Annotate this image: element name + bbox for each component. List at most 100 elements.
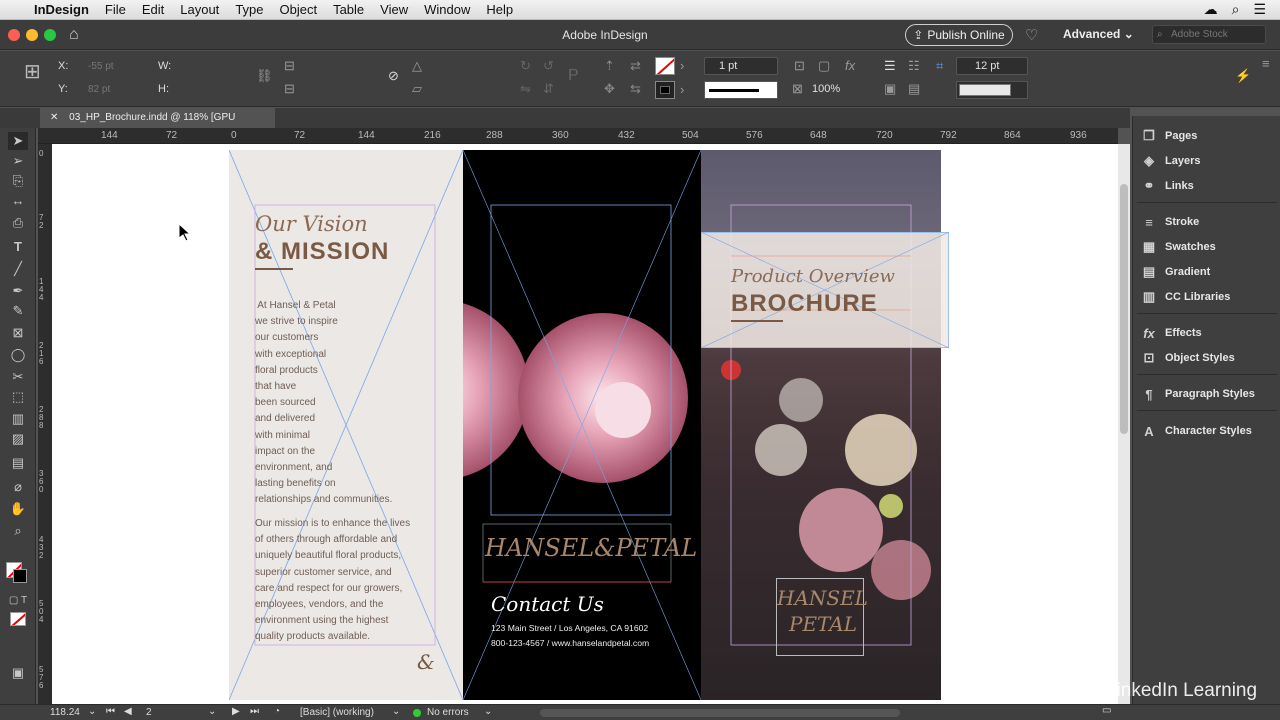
zoom-tool-icon[interactable]: ⌕ (8, 522, 28, 540)
last-page-icon[interactable]: ⏭ (250, 706, 259, 717)
select-container-icon[interactable]: ⇡ (604, 59, 615, 73)
frame-fitting-icon[interactable]: ⊡ (794, 59, 805, 73)
fill-menu-arrow-icon[interactable]: › (680, 59, 684, 73)
flip-vertical-icon[interactable]: ⇵ (543, 82, 554, 96)
effects-fx-icon[interactable]: fx (845, 59, 855, 73)
document-tab[interactable]: ✕ 03_HP_Brochure.indd @ 118% [GPU Previe… (40, 108, 276, 143)
stroke-panel-tab[interactable]: ≡ Stroke (1141, 211, 1199, 233)
corner-size-field[interactable]: 12 pt (956, 57, 1028, 75)
close-tab-icon[interactable]: ✕ (50, 112, 58, 123)
menu-table[interactable]: Table (325, 0, 372, 20)
creative-cloud-icon[interactable]: ☁ (1204, 1, 1218, 18)
first-page-icon[interactable]: ⏮ (106, 706, 115, 717)
cover-panel[interactable]: Product Overview BROCHURE HANSEL PETAL (701, 150, 949, 700)
preview-p-icon[interactable]: P (568, 68, 579, 84)
scissors-tool-icon[interactable]: ✂ (8, 368, 28, 386)
y-field[interactable]: 82 pt (88, 82, 148, 98)
swatches-panel-tab[interactable]: ▦ Swatches (1141, 236, 1216, 258)
style-dropdown-icon[interactable]: ⌄ (392, 706, 400, 717)
view-mode-icon[interactable]: ▭ (1102, 705, 1111, 716)
quick-apply-icon[interactable]: ⚡ (1235, 69, 1251, 83)
formatting-container-icon[interactable]: ▢ T (8, 592, 28, 610)
object-styles-panel-tab[interactable]: ⊡ Object Styles (1141, 347, 1235, 369)
gradient-panel-tab[interactable]: ▤ Gradient (1141, 261, 1210, 283)
wrap-bounding-icon[interactable]: ▤ (908, 82, 920, 96)
select-content-icon[interactable]: ✥ (604, 82, 615, 96)
hand-tool-icon[interactable]: ✋ (8, 500, 28, 518)
corner-shape-dropdown[interactable] (956, 81, 1028, 99)
content-collector-icon[interactable]: ⎙ (8, 214, 28, 232)
apply-none-icon[interactable] (10, 612, 26, 626)
horizontal-scrollbar[interactable] (540, 709, 900, 717)
line-tool-icon[interactable]: ╱ (8, 260, 28, 278)
constrain-proportions-icon[interactable]: ⛓ (256, 69, 273, 83)
stroke-weight-field[interactable]: 1 pt (704, 57, 778, 75)
style-status[interactable]: [Basic] (working) (300, 707, 374, 718)
menu-help[interactable]: Help (478, 0, 521, 20)
gradient-feather-tool-icon[interactable]: ▨ (8, 430, 28, 448)
free-transform-tool-icon[interactable]: ⬚ (8, 388, 28, 406)
select-previous-icon[interactable]: ⇄ (630, 59, 641, 73)
links-panel-tab[interactable]: ⚭ Links (1141, 175, 1194, 197)
adobe-stock-search[interactable]: ⌕ Adobe Stock (1152, 25, 1266, 44)
stroke-menu-arrow-icon[interactable]: › (680, 83, 684, 97)
menu-file[interactable]: File (97, 0, 134, 20)
apple-icon[interactable] (0, 0, 26, 20)
pasteboard[interactable]: Our Vision & MISSION At Hansel & Petal we… (52, 144, 1118, 704)
lightbulb-icon[interactable]: ♡ (1025, 26, 1038, 44)
notification-center-icon[interactable]: ☰ (1253, 1, 1266, 18)
panel-menu-icon[interactable]: ≡ (1262, 57, 1270, 71)
flip-horizontal-icon[interactable]: ⇋ (520, 82, 531, 96)
effects-panel-tab[interactable]: fx Effects (1141, 322, 1201, 344)
h-field[interactable] (176, 82, 236, 98)
direct-selection-tool-icon[interactable]: ➢ (8, 152, 28, 170)
gap-tool-icon[interactable]: ↔ (8, 192, 28, 210)
align-left-icon[interactable]: ☰ (884, 59, 896, 73)
scrollbar-thumb[interactable] (1120, 184, 1128, 434)
shear-icon[interactable]: ▱ (412, 82, 422, 96)
reference-point-icon[interactable]: ⊞ (24, 62, 41, 82)
next-page-icon[interactable]: ▶ (232, 706, 240, 717)
fill-stroke-proxy[interactable] (6, 558, 30, 586)
open-page-icon[interactable]: ◔ (274, 706, 280, 717)
page-number-field[interactable]: 2 (146, 707, 152, 718)
rotate-icon[interactable]: △ (412, 59, 422, 73)
scale-x-icon[interactable]: ⊟ (284, 59, 295, 73)
cc-libraries-panel-tab[interactable]: ▥ CC Libraries (1141, 286, 1231, 308)
menu-app-name[interactable]: InDesign (26, 0, 97, 20)
zoom-level-field[interactable]: 118.24 (50, 707, 80, 718)
type-tool-icon[interactable]: T (8, 238, 28, 256)
select-next-icon[interactable]: ⇆ (630, 82, 641, 96)
wrap-around-icon[interactable]: ▣ (884, 82, 896, 96)
mission-panel[interactable]: Our Vision & MISSION At Hansel & Petal we… (229, 150, 463, 700)
zoom-dropdown-icon[interactable]: ⌄ (88, 706, 96, 717)
workspace-switcher[interactable]: Advanced ⌄ (1063, 27, 1134, 41)
fill-swatch[interactable] (655, 57, 675, 75)
scale-y-icon[interactable]: ⊟ (284, 82, 295, 96)
constrain-scale-icon[interactable]: ⊘ (388, 69, 399, 83)
vertical-scrollbar[interactable] (1118, 144, 1130, 704)
x-field[interactable]: -55 pt (88, 59, 148, 75)
page-tool-icon[interactable]: ⎘ (8, 172, 28, 190)
spotlight-search-icon[interactable]: ⌕ (1232, 1, 1240, 18)
stroke-swatch[interactable] (655, 81, 675, 99)
publish-online-button[interactable]: ⇪ Publish Online (905, 24, 1013, 46)
pencil-tool-icon[interactable]: ✎ (8, 302, 28, 320)
pen-tool-icon[interactable]: ✒ (8, 282, 28, 300)
contact-panel[interactable]: HANSEL&PETAL Contact Us 123 Main Street … (463, 150, 701, 700)
menu-layout[interactable]: Layout (172, 0, 227, 20)
layers-panel-tab[interactable]: ◈ Layers (1141, 150, 1200, 172)
menu-view[interactable]: View (372, 0, 416, 20)
text-wrap-icon[interactable]: ☷ (908, 59, 920, 73)
preflight-dropdown-icon[interactable]: ⌄ (484, 706, 492, 717)
gradient-swatch-tool-icon[interactable]: ▥ (8, 410, 28, 428)
menu-type[interactable]: Type (227, 0, 271, 20)
rotate-cw-icon[interactable]: ↻ (520, 59, 531, 73)
note-tool-icon[interactable]: ▤ (8, 454, 28, 472)
auto-fit-icon[interactable]: ⌗ (936, 59, 943, 73)
page-dropdown-icon[interactable]: ⌄ (208, 706, 216, 717)
menu-object[interactable]: Object (272, 0, 326, 20)
rectangle-frame-tool-icon[interactable]: ⊠ (8, 324, 28, 342)
eyedropper-tool-icon[interactable]: ⌀ (8, 478, 28, 496)
ellipse-tool-icon[interactable]: ◯ (8, 346, 28, 364)
